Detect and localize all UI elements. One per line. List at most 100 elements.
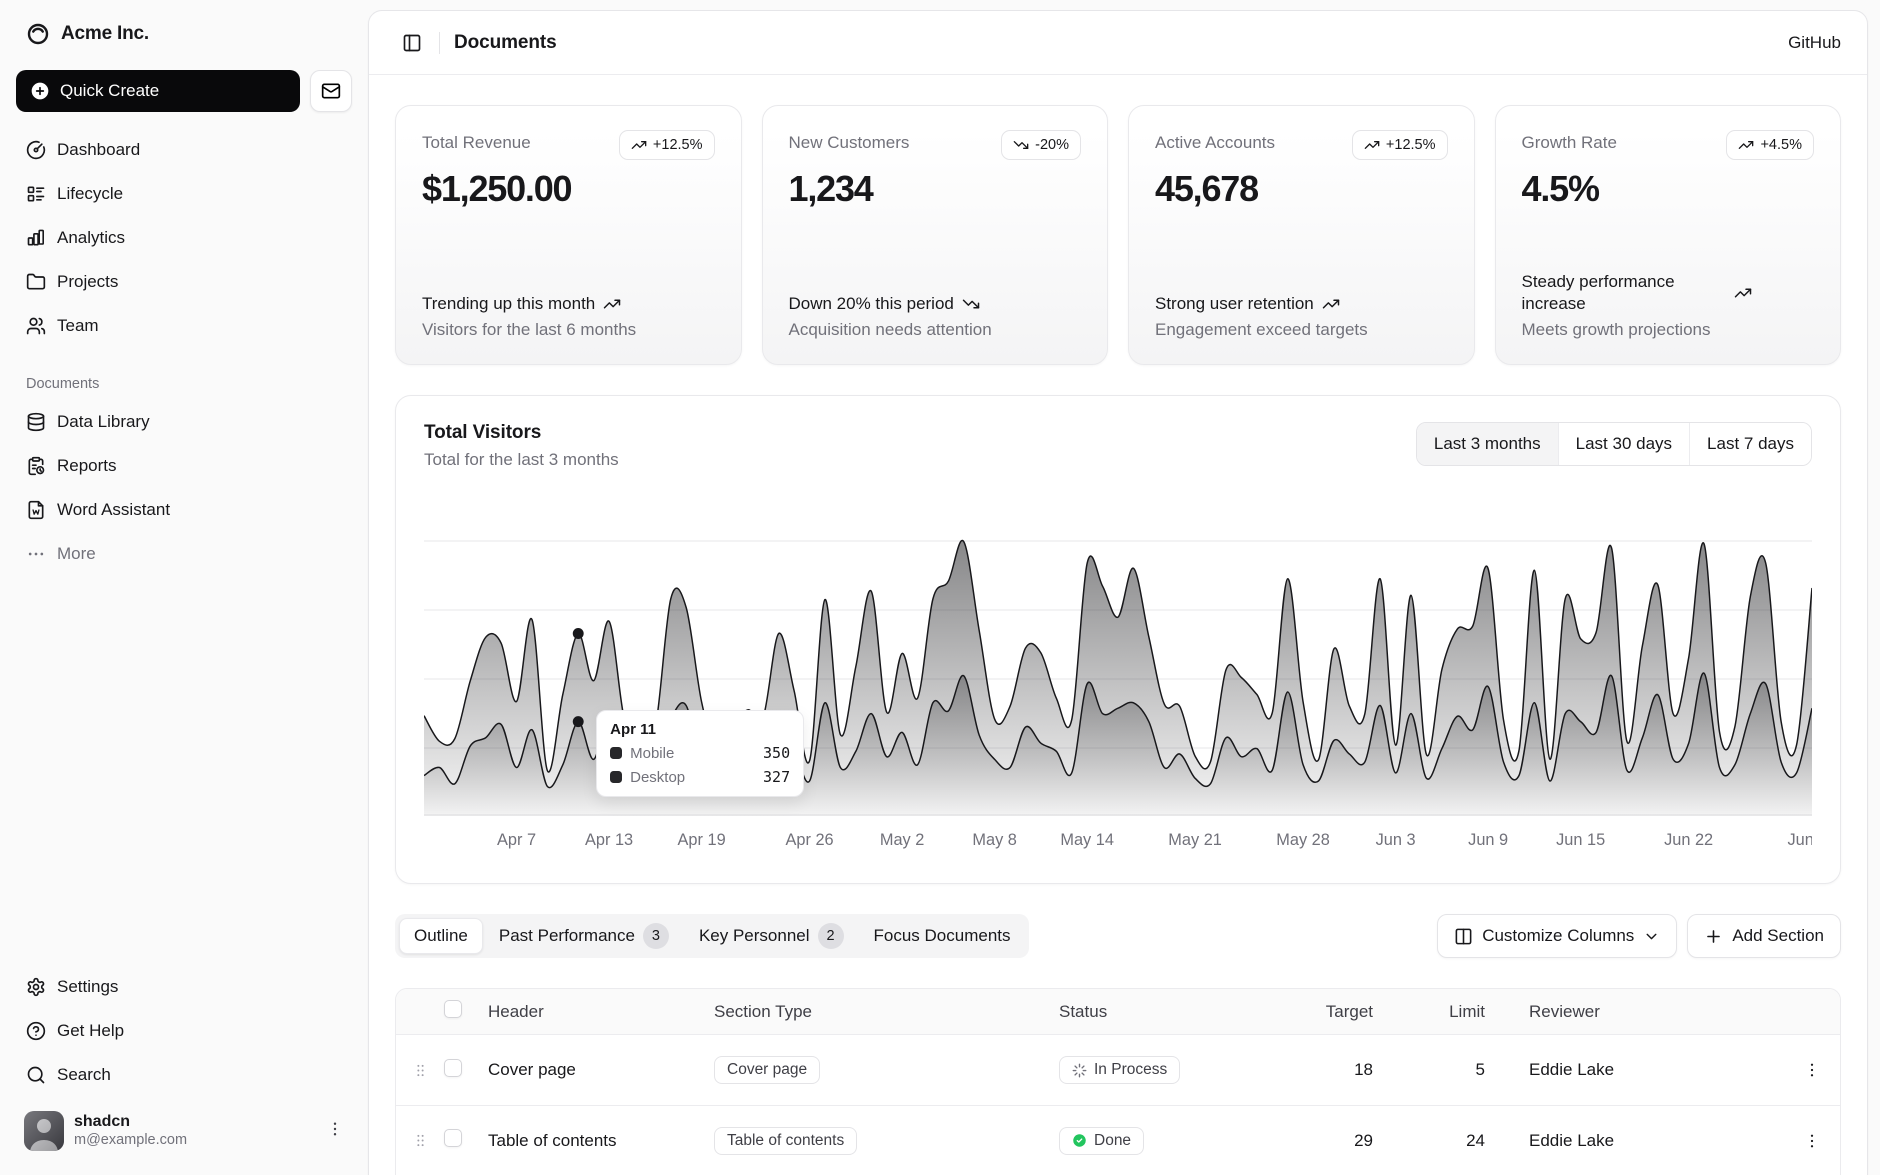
range-last-7-days[interactable]: Last 7 days (1689, 423, 1811, 465)
sidebar-item-get-help[interactable]: Get Help (16, 1011, 352, 1051)
user-menu[interactable]: shadcn m@example.com (16, 1103, 352, 1159)
trending-up-icon (1734, 284, 1752, 302)
svg-text:Jun 22: Jun 22 (1664, 831, 1713, 849)
area-chart[interactable]: Apr 7Apr 13Apr 19Apr 26May 2May 8May 14M… (424, 504, 1812, 861)
sections-table: Header Section Type Status Target Limit … (395, 988, 1841, 1175)
sidebar-item-label: Reports (57, 456, 117, 476)
grip-vertical-icon (412, 1132, 429, 1149)
drag-handle[interactable] (396, 1062, 444, 1079)
sidebar-item-search[interactable]: Search (16, 1055, 352, 1095)
col-header: Header (488, 1002, 714, 1022)
col-status: Status (1059, 1002, 1314, 1022)
trending-up-icon (631, 137, 647, 153)
users-icon (26, 316, 46, 336)
gear-icon (26, 977, 46, 997)
section-type-badge: Cover page (714, 1056, 820, 1084)
quick-create-button[interactable]: Quick Create (16, 70, 300, 112)
sidebar-item-dashboard[interactable]: Dashboard (16, 130, 352, 170)
github-link[interactable]: GitHub (1788, 33, 1841, 53)
sidebar-item-lifecycle[interactable]: Lifecycle (16, 174, 352, 214)
col-section-type: Section Type (714, 1002, 1059, 1022)
brand-name: Acme Inc. (61, 23, 149, 45)
sidebar-item-team[interactable]: Team (16, 306, 352, 346)
tooltip-row-desktop: Desktop 327 (610, 768, 790, 786)
section-type-badge: Table of contents (714, 1127, 857, 1155)
tab-past-performance[interactable]: Past Performance3 (485, 918, 683, 954)
row-limit[interactable]: 5 (1429, 1060, 1529, 1080)
tab-outline[interactable]: Outline (399, 918, 483, 954)
tab-focus-documents[interactable]: Focus Documents (860, 918, 1025, 954)
svg-text:Jun 3: Jun 3 (1376, 831, 1416, 849)
inbox-button[interactable] (310, 70, 352, 112)
status-badge: Done (1059, 1127, 1144, 1155)
row-actions-button[interactable] (1784, 1061, 1840, 1079)
sidebar-item-projects[interactable]: Projects (16, 262, 352, 302)
chart-title: Total Visitors (424, 422, 619, 444)
svg-text:May 21: May 21 (1168, 831, 1222, 849)
avatar (24, 1111, 64, 1151)
help-circle-icon (26, 1021, 46, 1041)
sidebar-item-word-assistant[interactable]: Word Assistant (16, 490, 352, 530)
drag-handle[interactable] (396, 1132, 444, 1149)
row-checkbox[interactable] (444, 1059, 462, 1077)
loader-icon (1072, 1063, 1087, 1078)
desktop-swatch (610, 771, 622, 783)
row-target[interactable]: 29 (1314, 1131, 1429, 1151)
tab-key-personnel[interactable]: Key Personnel2 (685, 918, 858, 954)
row-reviewer[interactable]: Eddie Lake (1529, 1131, 1784, 1151)
tab-count-badge: 3 (643, 923, 669, 949)
sidebar-item-data-library[interactable]: Data Library (16, 402, 352, 442)
row-checkbox[interactable] (444, 1129, 462, 1147)
svg-text:Jun 9: Jun 9 (1468, 831, 1508, 849)
sidebar-toggle-button[interactable] (395, 26, 429, 60)
range-last-3-months[interactable]: Last 3 months (1417, 423, 1558, 465)
sidebar-item-reports[interactable]: Reports (16, 446, 352, 486)
table-header-row: Header Section Type Status Target Limit … (396, 989, 1840, 1035)
trending-up-icon (1738, 137, 1754, 153)
col-target: Target (1314, 1002, 1429, 1022)
sidebar-item-label: Data Library (57, 412, 150, 432)
chart-subtitle: Total for the last 3 months (424, 450, 619, 470)
row-limit[interactable]: 24 (1429, 1131, 1529, 1151)
customize-columns-button[interactable]: Customize Columns (1437, 914, 1677, 958)
sidebar-item-label: Projects (57, 272, 118, 292)
row-name[interactable]: Cover page (488, 1060, 714, 1080)
sidebar-item-settings[interactable]: Settings (16, 967, 352, 1007)
range-last-30-days[interactable]: Last 30 days (1558, 423, 1689, 465)
card-total-revenue: Total Revenue +12.5% $1,250.00 Trending … (395, 105, 742, 365)
sidebar-item-more[interactable]: More (16, 534, 352, 574)
table-row[interactable]: Cover page Cover page In Process 18 5 Ed… (396, 1035, 1840, 1105)
card-active-accounts: Active Accounts +12.5% 45,678 Strong use… (1128, 105, 1475, 365)
card-title: Active Accounts (1155, 130, 1275, 153)
search-icon (26, 1065, 46, 1085)
sidebar-item-label: Settings (57, 977, 118, 997)
svg-text:May 14: May 14 (1060, 831, 1114, 849)
panel-left-icon (402, 33, 422, 53)
row-reviewer[interactable]: Eddie Lake (1529, 1060, 1784, 1080)
svg-text:Jun 30: Jun 30 (1787, 831, 1812, 849)
stat-cards: Total Revenue +12.5% $1,250.00 Trending … (395, 105, 1841, 365)
select-all-checkbox[interactable] (444, 1000, 462, 1018)
brand[interactable]: Acme Inc. (16, 14, 352, 54)
add-section-button[interactable]: Add Section (1687, 914, 1841, 958)
svg-text:May 8: May 8 (972, 831, 1016, 849)
quick-create-label: Quick Create (60, 81, 159, 101)
sidebar-footer: Settings Get Help Search shadcn m@exampl… (16, 967, 352, 1159)
sidebar-item-label: Word Assistant (57, 500, 170, 520)
trending-up-icon (1322, 295, 1340, 313)
row-target[interactable]: 18 (1314, 1060, 1429, 1080)
database-icon (26, 412, 46, 432)
table-row[interactable]: Table of contents Table of contents Done… (396, 1105, 1840, 1175)
tooltip-row-mobile: Mobile 350 (610, 744, 790, 762)
status-badge: In Process (1059, 1056, 1180, 1084)
row-actions-button[interactable] (1784, 1132, 1840, 1150)
user-name: shadcn (74, 1113, 187, 1131)
col-limit: Limit (1429, 1002, 1529, 1022)
sidebar-item-analytics[interactable]: Analytics (16, 218, 352, 258)
svg-text:Apr 7: Apr 7 (497, 831, 536, 849)
row-name[interactable]: Table of contents (488, 1131, 714, 1151)
card-trend-line: Strong user retention (1155, 293, 1448, 315)
sidebar-item-label: Search (57, 1065, 111, 1085)
user-kebab-icon[interactable] (326, 1120, 344, 1143)
card-subtext: Meets growth projections (1522, 320, 1815, 340)
